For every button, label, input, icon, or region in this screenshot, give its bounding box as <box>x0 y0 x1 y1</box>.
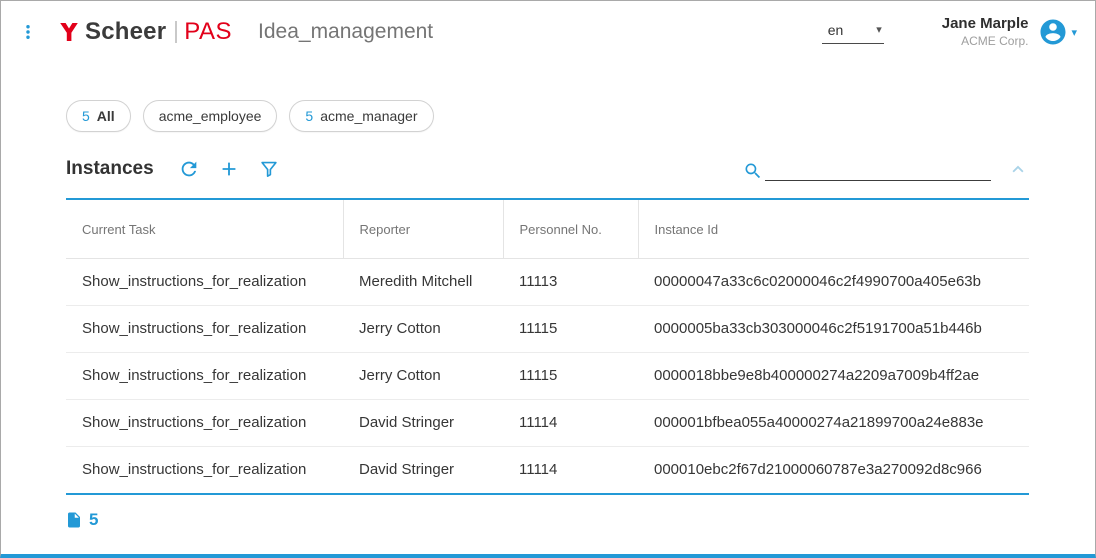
chevron-up-icon <box>1007 158 1029 180</box>
plus-icon <box>218 158 240 180</box>
cell-instance-id: 0000005ba33cb303000046c2f5191700a51b446b <box>638 306 1029 353</box>
table-body: Show_instructions_for_realizationMeredit… <box>66 259 1029 494</box>
user-info: Jane Marple ACME Corp. <box>942 15 1029 49</box>
table-row[interactable]: Show_instructions_for_realizationJerry C… <box>66 353 1029 400</box>
menu-button[interactable] <box>19 21 37 43</box>
cell-current-task: Show_instructions_for_realization <box>66 306 343 353</box>
instances-table: Current TaskReporterPersonnel No.Instanc… <box>66 198 1029 495</box>
cell-personnel-no: 11114 <box>503 447 638 494</box>
cell-current-task: Show_instructions_for_realization <box>66 400 343 447</box>
person-circle-icon <box>1038 17 1068 47</box>
chip-count: 5 <box>305 108 313 124</box>
brand-divider <box>175 21 177 43</box>
user-company: ACME Corp. <box>942 34 1029 49</box>
refresh-icon <box>178 158 200 180</box>
cell-personnel-no: 11113 <box>503 259 638 306</box>
brand-logo: Scheer PAS <box>57 18 232 46</box>
column-header-instance-id[interactable]: Instance Id <box>638 200 1029 259</box>
refresh-button[interactable] <box>178 158 200 180</box>
cell-current-task: Show_instructions_for_realization <box>66 447 343 494</box>
filter-chips: 5 All acme_employee 5 acme_manager <box>66 100 1029 132</box>
instances-toolbar: Instances <box>66 154 1029 184</box>
table-header-row: Current TaskReporterPersonnel No.Instanc… <box>66 200 1029 259</box>
magnifier-icon <box>743 161 763 181</box>
add-button[interactable] <box>218 158 240 180</box>
table-footer: 5 <box>65 510 1029 530</box>
chip-label: All <box>97 108 115 124</box>
table-row[interactable]: Show_instructions_for_realizationDavid S… <box>66 447 1029 494</box>
chip-count: 5 <box>82 108 90 124</box>
chip-label: acme_employee <box>159 108 262 124</box>
search-input[interactable] <box>765 157 991 181</box>
table-row[interactable]: Show_instructions_for_realizationMeredit… <box>66 259 1029 306</box>
cell-personnel-no: 11115 <box>503 353 638 400</box>
cell-reporter: David Stringer <box>343 447 503 494</box>
cell-personnel-no: 11114 <box>503 400 638 447</box>
document-icon <box>65 511 83 529</box>
kebab-vertical-icon <box>19 21 37 43</box>
cell-reporter: David Stringer <box>343 400 503 447</box>
brand-scheer-text: Scheer <box>85 18 166 46</box>
scheer-y-icon <box>57 20 81 44</box>
cell-reporter: Jerry Cotton <box>343 353 503 400</box>
cell-reporter: Jerry Cotton <box>343 306 503 353</box>
collapse-panel-button[interactable] <box>1007 158 1029 180</box>
cell-current-task: Show_instructions_for_realization <box>66 353 343 400</box>
table-row[interactable]: Show_instructions_for_realizationJerry C… <box>66 306 1029 353</box>
column-header-current-task[interactable]: Current Task <box>66 200 343 259</box>
caret-down-icon: ▾ <box>1071 26 1077 39</box>
chip-label: acme_manager <box>320 108 417 124</box>
filter-chip-all[interactable]: 5 All <box>66 100 131 132</box>
caret-down-icon: ▾ <box>876 25 882 36</box>
cell-instance-id: 0000018bbe9e8b400000274a2209a7009b4ff2ae <box>638 353 1029 400</box>
column-header-reporter[interactable]: Reporter <box>343 200 503 259</box>
top-bar: Scheer PAS Idea_management en ▾ Jane Mar… <box>1 1 1095 63</box>
cell-instance-id: 000001bfbea055a40000274a21899700a24e883e <box>638 400 1029 447</box>
funnel-icon <box>258 158 280 180</box>
user-name: Jane Marple <box>942 15 1029 34</box>
filter-chip-acme-manager[interactable]: 5 acme_manager <box>289 100 433 132</box>
cell-current-task: Show_instructions_for_realization <box>66 259 343 306</box>
language-select[interactable]: en ▾ <box>822 20 884 44</box>
filter-chip-acme-employee[interactable]: acme_employee <box>143 100 278 132</box>
cell-personnel-no: 11115 <box>503 306 638 353</box>
table-row[interactable]: Show_instructions_for_realizationDavid S… <box>66 400 1029 447</box>
instances-title: Instances <box>66 158 154 180</box>
result-count: 5 <box>89 510 98 530</box>
filter-button[interactable] <box>258 158 280 180</box>
page-title: Idea_management <box>258 20 433 44</box>
brand-pas-text: PAS <box>184 18 232 46</box>
search-box <box>743 157 991 181</box>
app-window: Scheer PAS Idea_management en ▾ Jane Mar… <box>0 0 1096 558</box>
cell-instance-id: 00000047a33c6c02000046c2f4990700a405e63b <box>638 259 1029 306</box>
language-value: en <box>828 22 844 38</box>
user-menu-button[interactable]: ▾ <box>1038 17 1077 47</box>
cell-reporter: Meredith Mitchell <box>343 259 503 306</box>
cell-instance-id: 000010ebc2f67d21000060787e3a270092d8c966 <box>638 447 1029 494</box>
column-header-personnel-no[interactable]: Personnel No. <box>503 200 638 259</box>
